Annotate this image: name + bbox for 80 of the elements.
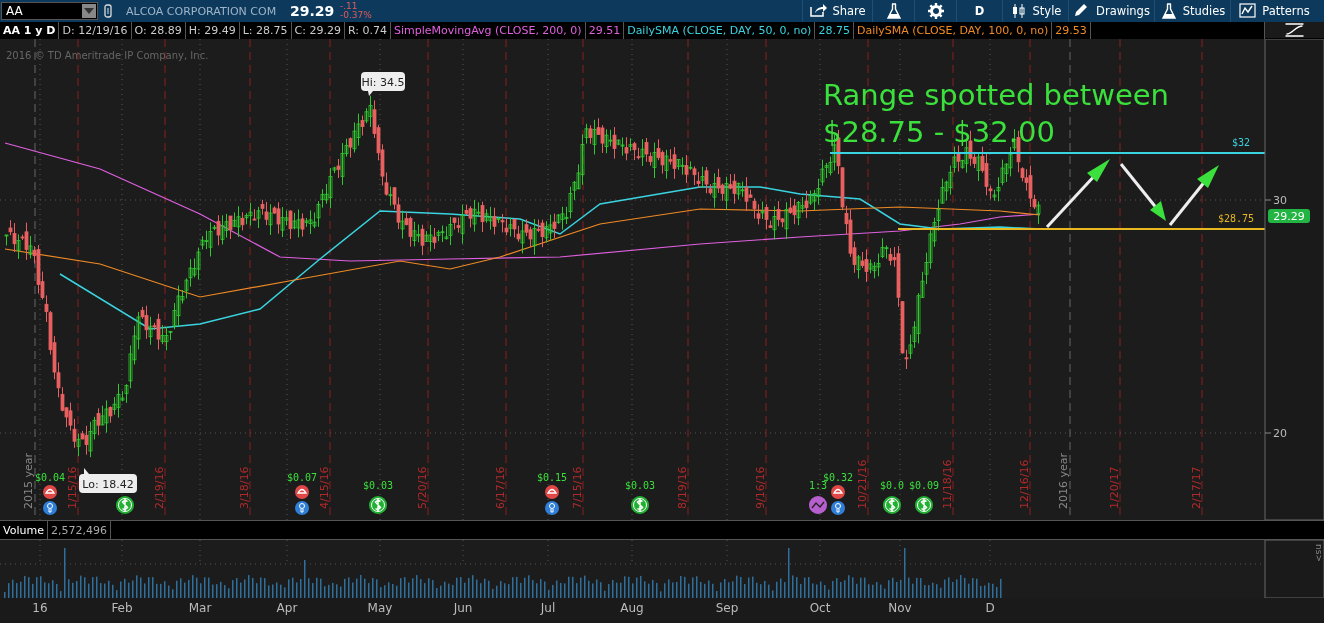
expiration-date: 2/17/17 (1190, 466, 1203, 509)
price-level-label: $32 (1232, 137, 1251, 148)
symbol-field[interactable]: AA (1, 2, 98, 20)
phone-icon[interactable] (295, 485, 309, 499)
dollar-icon[interactable] (116, 496, 134, 514)
event-amount: $0.15 (536, 472, 568, 483)
company-name: ALCOA CORPORATION COM (126, 4, 278, 18)
month-label: D (985, 601, 995, 615)
expiration-date: 11/18/16 (941, 459, 954, 509)
flask-icon[interactable] (1159, 3, 1178, 19)
event-amount: $0.04 (34, 472, 66, 483)
month-label: Jun (453, 601, 473, 615)
event-amount: $0.09 (908, 480, 940, 491)
copyright-text: 2016 © TD Ameritrade IP Company, Inc. (6, 50, 209, 61)
share-icon[interactable] (809, 3, 828, 19)
headline-text: $28.75 - $32.00 (823, 115, 1055, 149)
price-change: -.11 (340, 2, 359, 11)
up-arrow (1045, 159, 1110, 228)
expiration-date: 6/17/16 (494, 466, 507, 509)
lightbulb-icon[interactable] (43, 501, 57, 515)
month-label: May (367, 601, 393, 615)
expiration-date: 3/18/16 (238, 466, 251, 509)
dollar-icon[interactable] (915, 496, 933, 514)
flask-icon[interactable] (884, 3, 903, 19)
expiration-date: 2/19/16 (153, 466, 166, 509)
headline-text: Range spotted between (823, 78, 1169, 112)
event-amount: 1:3 (808, 480, 828, 491)
last-price: 29.29 (290, 3, 336, 19)
month-label: Apr (276, 601, 298, 615)
lightbulb-icon[interactable] (295, 501, 309, 515)
percent-change: -0.37% (340, 11, 372, 20)
expiration-date: 8/19/16 (676, 466, 689, 509)
year-marker: 2015 year (22, 452, 35, 509)
event-amount: $0.0 (879, 480, 905, 491)
month-label: 16 (32, 601, 48, 615)
price-level-label: $28.75 (1218, 213, 1255, 224)
month-label: Mar (188, 601, 212, 615)
month-label: Jul (540, 601, 556, 615)
expiration-date: 1/15/16 (66, 466, 79, 509)
month-label: Feb (111, 601, 133, 615)
dollar-icon[interactable] (369, 496, 387, 514)
dollar-icon[interactable] (631, 496, 649, 514)
split-icon[interactable] (809, 496, 827, 514)
lightbulb-icon[interactable] (831, 501, 845, 515)
event-amount: $0.32 (822, 472, 854, 483)
volume-label: Volume (0, 521, 48, 539)
up-arrow (1168, 165, 1219, 226)
expiration-date: 12/16/16 (1018, 459, 1031, 509)
month-label: Sep (715, 601, 739, 615)
volume-value: 2,572,496 (47, 521, 111, 539)
dropdown-icon[interactable] (82, 4, 96, 18)
event-amount: $0.03 (624, 480, 656, 491)
expiration-date: 9/16/16 (754, 466, 767, 509)
high-label: Hi: 34.5 (361, 72, 405, 96)
event-amount: $0.07 (286, 472, 318, 483)
down-arrow (1119, 163, 1166, 221)
phone-icon[interactable] (545, 485, 559, 499)
event-amount: $0.03 (362, 480, 394, 491)
phone-icon[interactable] (43, 485, 57, 499)
settings-icon[interactable] (926, 3, 945, 19)
month-label: Nov (888, 601, 912, 615)
last-price-tag: 29.29 (1268, 209, 1310, 223)
low-label: Lo: 18.42 (79, 468, 137, 493)
expiration-date: 5/20/16 (416, 466, 429, 509)
price-axis-label: 20 (1273, 427, 1287, 440)
expiration-date: 10/21/16 (856, 459, 869, 509)
expiration-date: 4/15/16 (318, 466, 331, 509)
month-label: Oct (809, 601, 831, 615)
lightbulb-icon[interactable] (545, 501, 559, 515)
price-axis-label: 30 (1273, 194, 1287, 207)
year-marker: 2016 year (1057, 452, 1070, 509)
side-tab[interactable]: ns> (1314, 544, 1324, 562)
expiration-date: 1/20/17 (1108, 466, 1121, 509)
phone-icon[interactable] (831, 485, 845, 499)
chart-type-icon[interactable] (1265, 22, 1324, 38)
expiration-date: 7/15/16 (571, 466, 584, 509)
dollar-icon[interactable] (883, 496, 901, 514)
pattern-icon[interactable] (1239, 3, 1258, 19)
link-icon[interactable] (104, 4, 114, 18)
month-label: Aug (620, 601, 644, 615)
